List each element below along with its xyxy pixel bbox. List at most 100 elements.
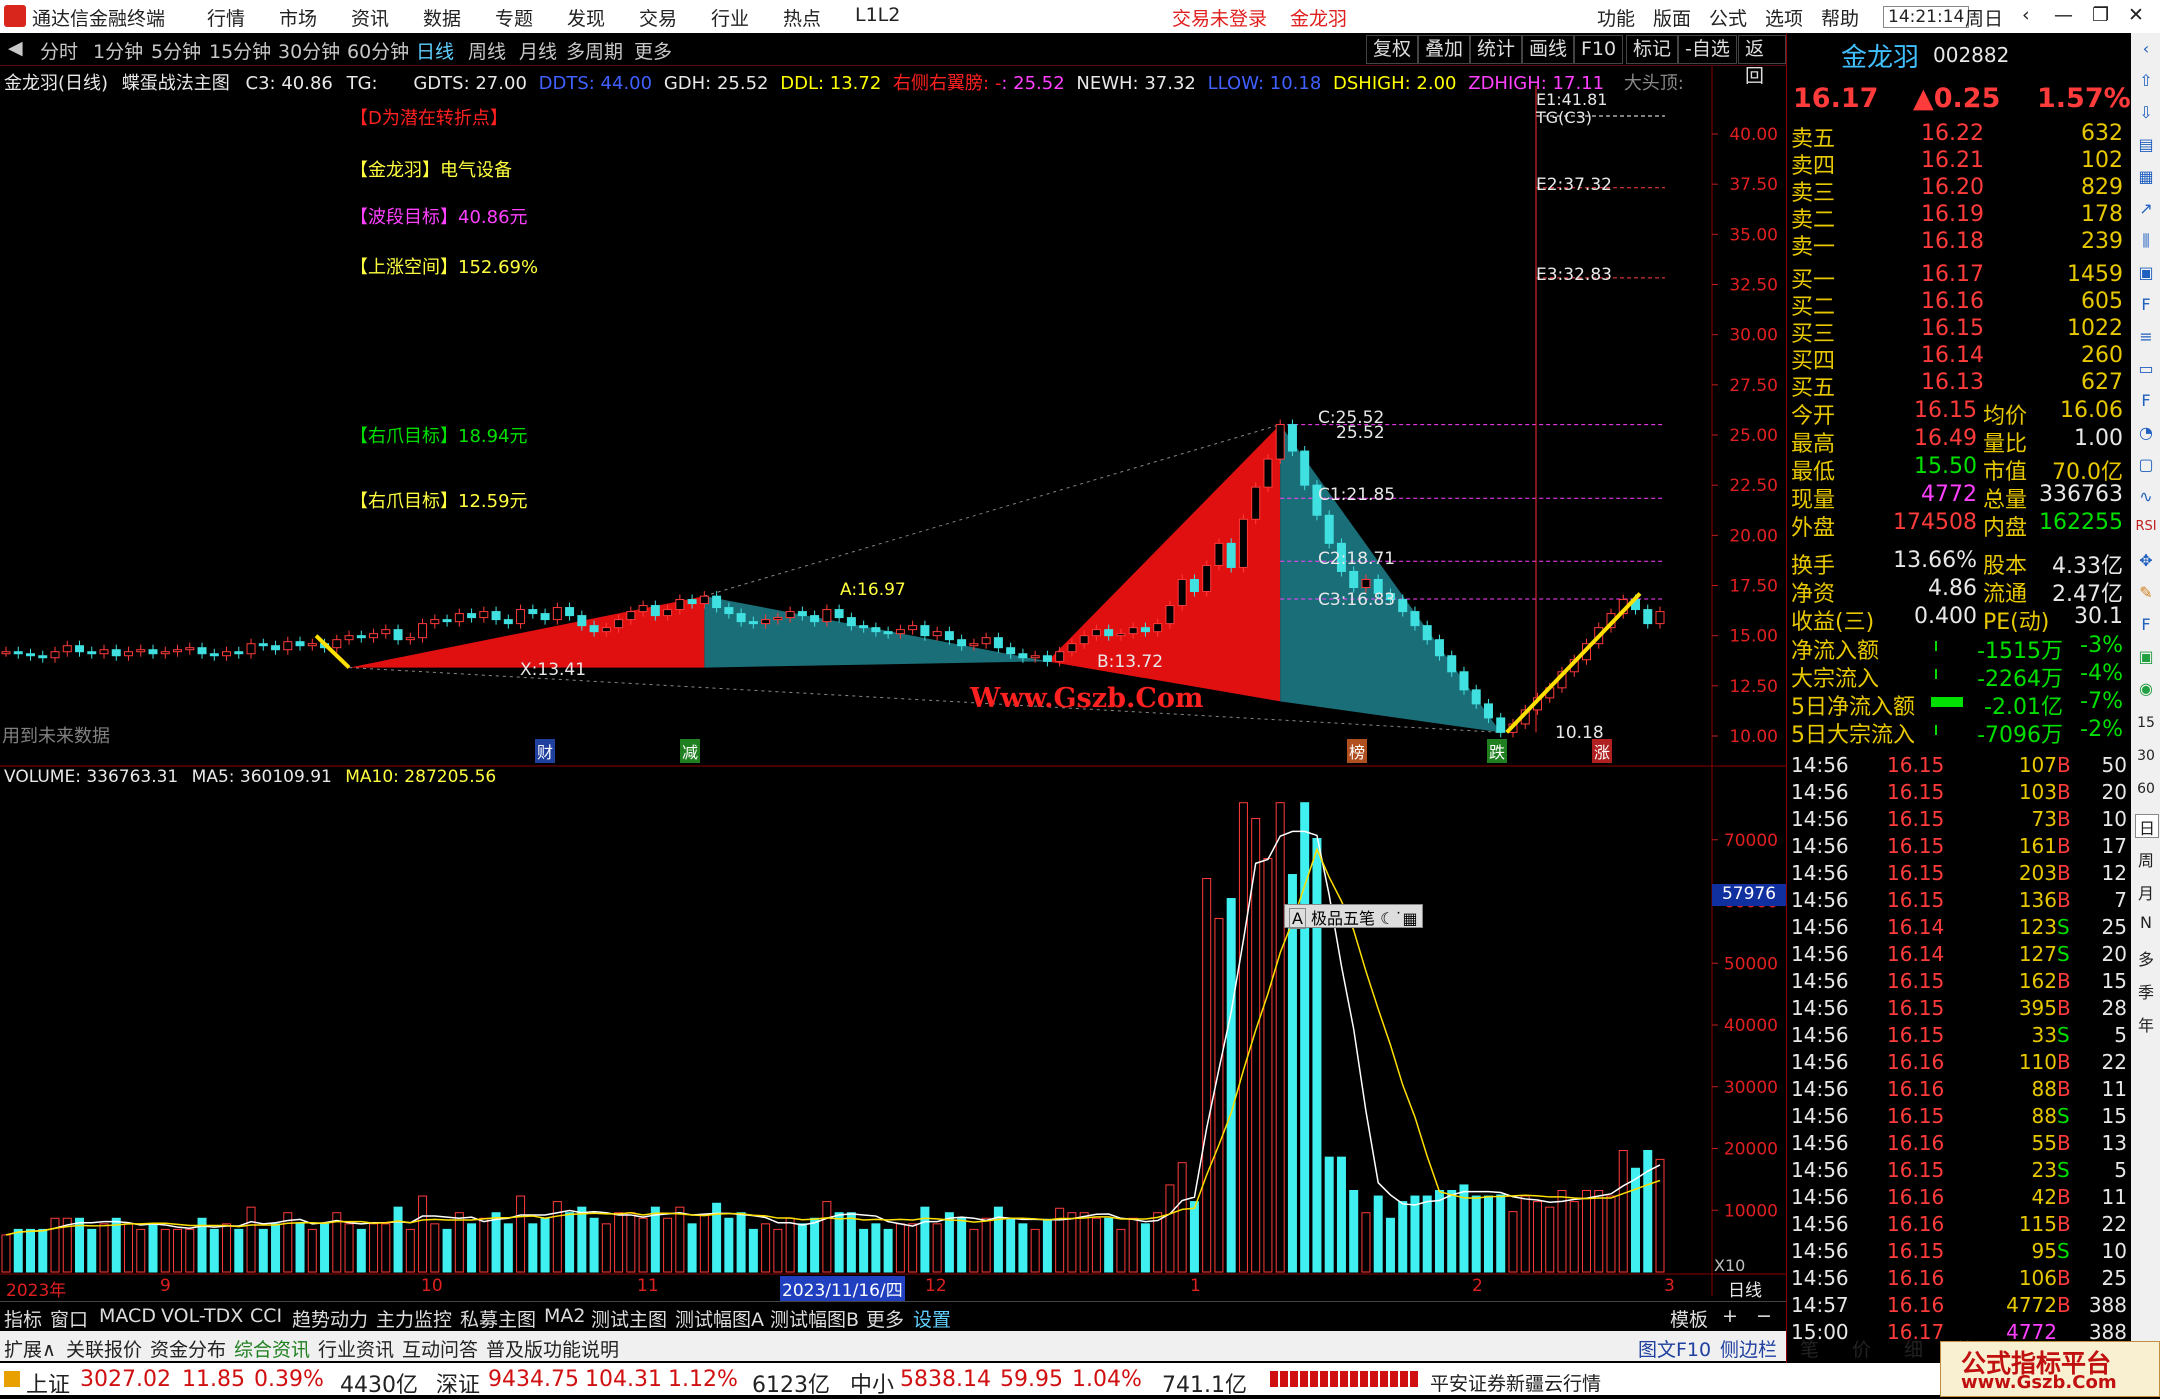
up-arrow-icon[interactable]: ⇧ (2135, 71, 2157, 93)
overlay-button[interactable]: 叠加 (1418, 35, 1471, 64)
tab-indicator[interactable]: 指标 (4, 1305, 42, 1332)
menu-item-quote[interactable]: 行情 (207, 4, 245, 31)
tab-detail[interactable]: 细 (1904, 1335, 1923, 1362)
money-icon[interactable]: ◉ (2135, 679, 2157, 701)
sidebar-60[interactable]: 60 (2135, 781, 2157, 803)
remove-watchlist-button[interactable]: -自选 (1678, 35, 1737, 64)
ime-a-icon[interactable]: A (1289, 908, 1306, 929)
period-tab-monthly[interactable]: 月线 (519, 37, 557, 64)
ime-toolbar[interactable]: A 极品五笔 ☾˙▦ (1284, 904, 1423, 929)
sidebar-multi[interactable]: 多 (2135, 946, 2157, 969)
draw-button[interactable]: 画线 (1522, 35, 1575, 64)
event-marker-rank[interactable]: 榜 (1347, 739, 1368, 763)
menu-item-help[interactable]: 帮助 (1821, 4, 1859, 31)
ime-moon-icon[interactable]: ☾ (1380, 909, 1394, 928)
close-icon[interactable]: ✕ (2128, 4, 2144, 26)
sidebar-30[interactable]: 30 (2135, 748, 2157, 770)
period-tab-multi[interactable]: 多周期 (566, 37, 623, 64)
fs2-icon[interactable]: F (2135, 615, 2157, 637)
wave-icon[interactable]: ∿ (2135, 487, 2157, 509)
menu-item-market[interactable]: 市场 (279, 4, 317, 31)
news-icon[interactable]: ▣ (2135, 263, 2157, 285)
tab-macd[interactable]: MACD (99, 1305, 156, 1327)
menu-item-function[interactable]: 功能 (1597, 4, 1635, 31)
tab-price[interactable]: 价 (1852, 1335, 1871, 1362)
tab-test-sub-a[interactable]: 测试幅图A (675, 1305, 764, 1332)
tab-general-news[interactable]: 综合资讯 (234, 1335, 310, 1362)
sidebar-day[interactable]: 日 (2135, 814, 2159, 838)
index-sz-name[interactable]: 深证 (436, 1367, 480, 1399)
candle-icon[interactable]: ⫼ (2135, 231, 2157, 253)
ime-dot-icon[interactable]: ˙ (1395, 909, 1403, 928)
f10-icon[interactable]: F (2135, 295, 2157, 317)
index-sh-name[interactable]: 上证 (26, 1367, 70, 1399)
down-arrow-icon[interactable]: ⇩ (2135, 103, 2157, 125)
toolbar-collapse-icon[interactable]: ◀ (8, 37, 23, 59)
event-marker-fall[interactable]: 跌 (1487, 739, 1508, 763)
f10-button[interactable]: F10 (1574, 35, 1624, 64)
sidebar-season[interactable]: 季 (2135, 979, 2157, 1002)
f10-graphic-button[interactable]: 图文F10 (1638, 1335, 1711, 1362)
tab-basic-help[interactable]: 普及版功能说明 (486, 1335, 619, 1362)
tab-related-quote[interactable]: 关联报价 (66, 1335, 142, 1362)
mark-button[interactable]: 标记 (1626, 35, 1679, 64)
event-marker-rise[interactable]: 涨 (1592, 739, 1613, 763)
period-tab-weekly[interactable]: 周线 (468, 37, 506, 64)
grid-icon[interactable]: ▦ (2135, 167, 2157, 189)
period-tab-intraday[interactable]: 分时 (40, 37, 78, 64)
index-zx-name[interactable]: 中小 (850, 1367, 894, 1399)
tab-ma2[interactable]: MA2 (544, 1305, 585, 1327)
line-chart-icon[interactable]: ↗ (2135, 199, 2157, 221)
cube-icon[interactable]: ▢ (2135, 455, 2157, 477)
tab-main-monitor[interactable]: 主力监控 (376, 1305, 452, 1332)
minimize-icon[interactable]: — (2054, 4, 2073, 26)
kline-chart-area[interactable]: 40.00 37.50 35.00 32.50 30.00 27.50 25.00 22.50… (0, 66, 1786, 1301)
menu-item-industry[interactable]: 行业 (711, 4, 749, 31)
gauge-icon[interactable]: ◔ (2135, 423, 2157, 445)
sidebar-year[interactable]: 年 (2135, 1012, 2157, 1035)
menu-item-layout[interactable]: 版面 (1653, 4, 1691, 31)
menu-item-hot[interactable]: 热点 (783, 4, 821, 31)
menu-item-topic[interactable]: 专题 (495, 4, 533, 31)
menu-item-news[interactable]: 资讯 (351, 4, 389, 31)
period-tab-more[interactable]: 更多 (634, 37, 672, 64)
period-tab-30min[interactable]: 30分钟 (278, 37, 340, 64)
menu-item-l1l2[interactable]: L1L2 (855, 4, 900, 26)
adjust-button[interactable]: 复权 (1366, 35, 1419, 64)
menu-item-discover[interactable]: 发现 (567, 4, 605, 31)
sidebar-week[interactable]: 周 (2135, 847, 2157, 870)
sidebar-month[interactable]: 月 (2135, 880, 2157, 903)
kline-chart[interactable]: 40.00 37.50 35.00 32.50 30.00 27.50 25.00 22.50… (0, 66, 1786, 1296)
back-button[interactable]: 返回 (1738, 35, 1786, 87)
chart-indicator-name[interactable]: 蝶蛋战法主图 (122, 73, 230, 94)
period-tab-5min[interactable]: 5分钟 (151, 37, 201, 64)
pen-icon[interactable]: ✎ (2135, 583, 2157, 605)
tab-settings[interactable]: 设置 (913, 1305, 951, 1332)
move-icon[interactable]: ✥ (2135, 551, 2157, 573)
restore-icon[interactable]: ❐ (2092, 4, 2109, 26)
tab-cci[interactable]: CCI (250, 1305, 282, 1327)
tab-window[interactable]: 窗口 (50, 1305, 88, 1332)
event-marker-finance[interactable]: 财 (535, 739, 556, 763)
tab-private-main[interactable]: 私募主图 (460, 1305, 536, 1332)
stats-button[interactable]: 统计 (1470, 35, 1523, 64)
period-tab-60min[interactable]: 60分钟 (347, 37, 409, 64)
list-icon[interactable]: ≡ (2135, 327, 2157, 349)
login-status[interactable]: 交易未登录 (1172, 4, 1267, 31)
tab-pen[interactable]: 笔 (1800, 1335, 1819, 1362)
tab-qa[interactable]: 互动问答 (402, 1335, 478, 1362)
menu-item-data[interactable]: 数据 (423, 4, 461, 31)
ime-keyboard-icon[interactable]: ▦ (1403, 909, 1418, 928)
doc-icon[interactable]: ▭ (2135, 359, 2157, 381)
back-arrow-icon[interactable]: ‹ (2022, 4, 2030, 26)
sidebar-collapse-icon[interactable]: ‹ (2135, 39, 2157, 61)
event-marker-reduce[interactable]: 减 (680, 739, 701, 763)
expand-button[interactable]: 扩展∧ (4, 1335, 56, 1362)
tab-test-main[interactable]: 测试主图 (591, 1305, 667, 1332)
period-tab-daily[interactable]: 日线 (416, 37, 454, 64)
green-icon[interactable]: ▣ (2135, 647, 2157, 669)
tab-industry-news[interactable]: 行业资讯 (318, 1335, 394, 1362)
sidebar-rsi[interactable]: RSI (2135, 519, 2157, 541)
sheet-icon[interactable]: ▤ (2135, 135, 2157, 157)
remove-pane-button[interactable]: − (1756, 1305, 1772, 1327)
